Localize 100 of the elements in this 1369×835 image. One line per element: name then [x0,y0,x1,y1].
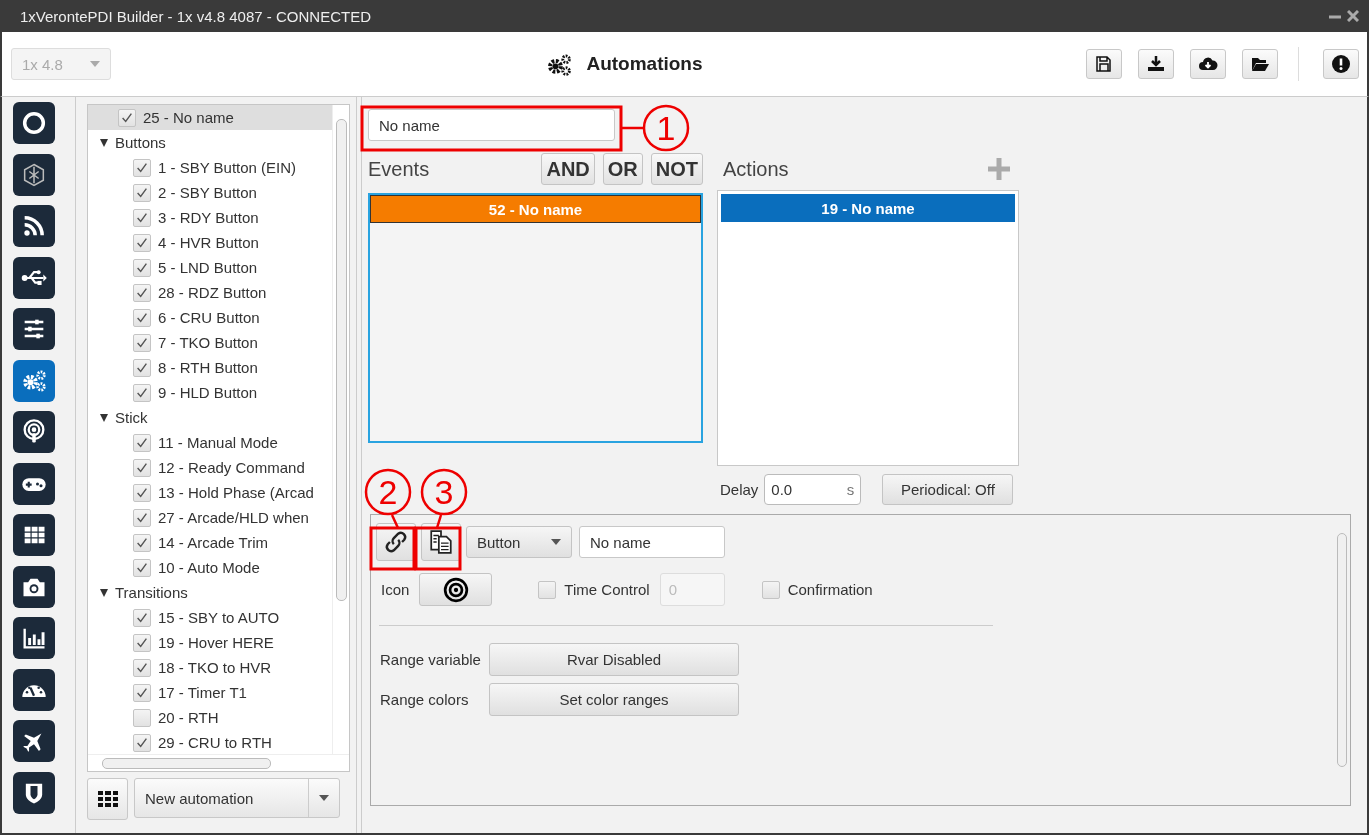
checkbox[interactable] [133,483,151,502]
checkbox[interactable] [133,383,151,402]
checkbox[interactable] [118,108,136,127]
ring-icon[interactable] [12,102,55,144]
checkbox[interactable] [133,333,151,352]
tree-item[interactable]: 5 - LND Button [158,259,258,276]
camera-icon[interactable] [12,565,55,608]
tree-item[interactable]: 7 - TKO Button [158,334,258,351]
tree-group[interactable]: Stick [115,409,148,426]
caret-icon [319,795,329,801]
checkbox[interactable] [133,258,151,277]
tree-item[interactable]: 14 - Arcade Trim [158,534,269,551]
new-automation-dropdown[interactable]: New automation [134,778,340,818]
expand-icon[interactable] [100,588,108,597]
checkbox[interactable] [761,580,780,599]
close-icon[interactable] [1347,10,1359,22]
gears-icon[interactable] [12,359,55,402]
folder-button[interactable] [1242,49,1278,79]
airplane-icon[interactable] [12,720,55,762]
tree-item[interactable]: 2 - SBY Button [158,184,257,201]
tree-item[interactable]: 17 - Timer T1 [158,684,247,701]
checkbox[interactable] [133,433,151,452]
tree-item[interactable]: 9 - HLD Button [158,384,258,401]
operator-button[interactable]: AND [541,153,595,185]
color-ranges-button[interactable]: Set color ranges [489,683,739,716]
usb-icon[interactable] [12,256,55,299]
name-field[interactable]: No name [368,109,615,141]
checkbox[interactable] [133,308,151,327]
scrollbar-thumb[interactable] [336,119,347,601]
caret-icon [551,539,561,545]
tree-item[interactable]: 6 - CRU Button [158,309,260,326]
checkbox[interactable] [133,183,151,202]
tree-item[interactable]: 11 - Manual Mode [158,434,278,451]
gauge-icon[interactable] [12,668,55,711]
tree-item[interactable]: 4 - HVR Button [158,234,259,251]
checkbox[interactable] [133,633,151,652]
checkbox[interactable] [133,533,151,552]
name-field[interactable]: No name [579,526,725,558]
window-title: 1xVerontePDI Builder - 1x v4.8 4087 - CONNECTED [20,7,372,25]
checkbox[interactable] [133,708,151,727]
checkbox[interactable] [133,608,151,627]
save-button[interactable] [1086,49,1122,79]
alert-button[interactable] [1323,49,1359,79]
checkbox[interactable] [133,158,151,177]
rss-icon[interactable] [12,205,55,247]
tree-item[interactable]: 19 - Hover HERE [158,634,274,651]
tree-item[interactable]: 12 - Ready Command [158,459,305,476]
shield-icon[interactable] [12,771,55,814]
actions-label: Actions [723,157,789,181]
type-dropdown[interactable]: Button [466,526,572,558]
alert-icon [1331,54,1351,74]
grid-icon[interactable] [12,514,55,556]
tree-group[interactable]: Transitions [115,584,188,601]
download-button[interactable] [1138,49,1174,79]
tree-item[interactable]: 29 - CRU to RTH [158,734,272,751]
cloud-download-button[interactable] [1190,49,1226,79]
checkbox[interactable] [133,208,151,227]
tree-item[interactable]: 10 - Auto Mode [158,559,260,576]
rvar-button[interactable]: Rvar Disabled [489,643,739,676]
checkbox[interactable] [133,358,151,377]
gamepad-icon[interactable] [12,462,55,505]
checkbox[interactable] [133,508,151,527]
confirmation-label: Confirmation [787,581,873,598]
podcast-icon[interactable] [12,411,55,453]
bar-chart-icon[interactable] [12,617,55,659]
tree-item[interactable]: 1 - SBY Button (EIN) [158,159,297,176]
action-item[interactable]: 19 - No name [721,194,1015,222]
tree-item[interactable]: 8 - RTH Button [158,359,258,376]
grid-button[interactable] [87,778,128,820]
checkbox[interactable] [538,580,557,599]
periodical-button[interactable]: Periodical: Off [882,474,1014,505]
tree-item[interactable]: 28 - RDZ Button [158,284,267,301]
callout: 2 [364,468,412,529]
checkbox[interactable] [133,458,151,477]
target-icon [442,576,469,603]
sliders-icon[interactable] [12,308,55,350]
scrollbar-thumb[interactable] [1337,533,1347,767]
range-colors-label: Range colors [380,691,470,708]
tree-item[interactable]: 13 - Hold Phase (Arcad [158,484,314,501]
delay-field[interactable]: 0.0 s [764,474,862,505]
checkbox[interactable] [133,233,151,252]
expand-icon[interactable] [100,413,108,422]
tree-item[interactable]: 3 - RDY Button [158,209,259,226]
tree-item[interactable]: 20 - RTH [158,709,219,726]
tree-item[interactable]: 18 - TKO to HVR [158,659,272,676]
checkbox[interactable] [133,683,151,702]
operator-button[interactable]: NOT [650,153,703,185]
highlight-frame [414,526,462,571]
checkbox[interactable] [133,733,151,752]
checkbox[interactable] [133,283,151,302]
expand-icon[interactable] [100,138,108,147]
tree-group[interactable]: Buttons [115,134,166,151]
checkbox[interactable] [133,558,151,577]
scrollbar-thumb[interactable] [102,758,271,769]
tree-item[interactable]: 15 - SBY to AUTO [158,609,280,626]
target-button[interactable] [419,573,493,606]
checkbox[interactable] [133,658,151,677]
operator-button[interactable]: OR [602,153,643,185]
tree-item[interactable]: 27 - Arcade/HLD when [158,509,309,526]
save-icon [1094,54,1114,74]
